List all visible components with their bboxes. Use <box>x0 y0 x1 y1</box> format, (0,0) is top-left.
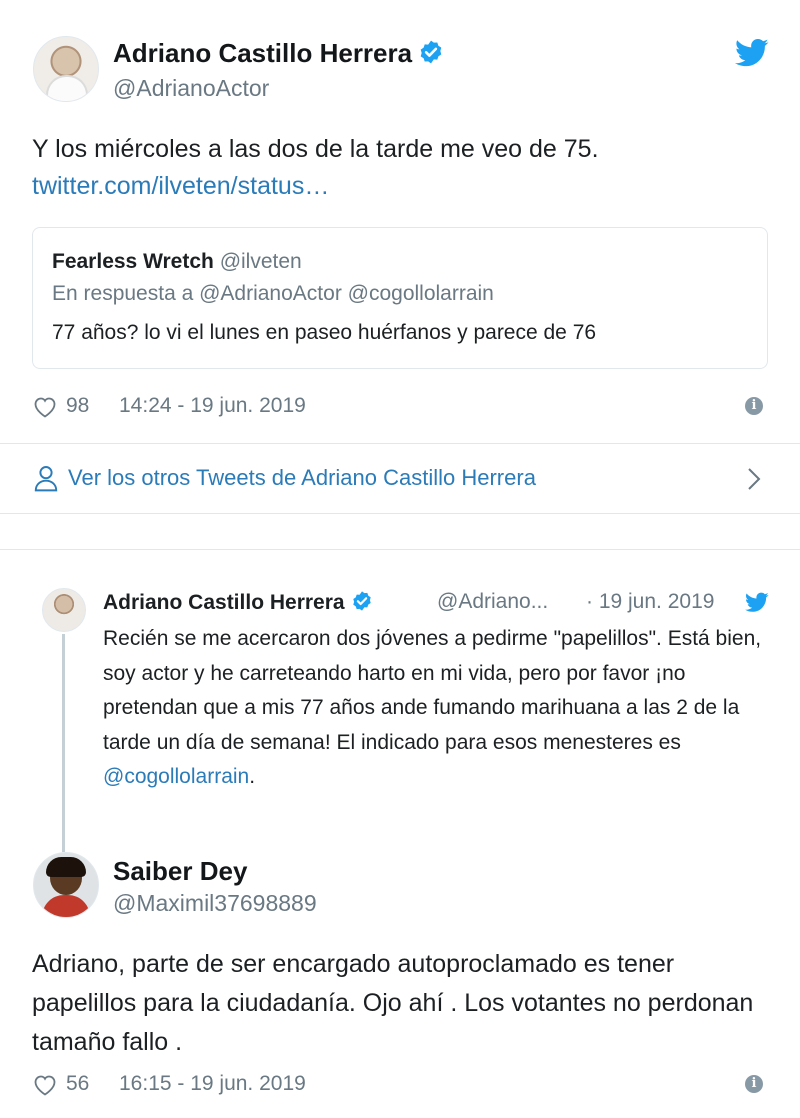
like-count[interactable]: 98 <box>66 394 89 418</box>
heart-icon[interactable] <box>33 396 57 418</box>
twitter-bird-icon[interactable] <box>745 592 769 613</box>
parent-author-row[interactable]: Adriano Castillo Herrera <box>103 590 373 615</box>
quoted-author-name[interactable]: Fearless Wretch <box>52 250 214 273</box>
more-tweets-link[interactable]: Ver los otros Tweets de Adriano Castillo… <box>68 465 536 491</box>
tweet-body: Y los miércoles a las dos de la tarde me… <box>32 135 599 163</box>
divider <box>0 443 800 444</box>
tweet-link[interactable]: twitter.com/ilveten/status… <box>32 168 772 205</box>
quoted-tweet-text: 77 años? lo vi el lunes en paseo huérfan… <box>52 321 597 344</box>
quoted-author-row[interactable]: Fearless Wretch @ilveten <box>52 250 302 274</box>
quoted-author-handle[interactable]: @ilveten <box>220 250 302 273</box>
verified-badge-icon <box>352 591 371 611</box>
reply-author-avatar[interactable] <box>33 852 99 918</box>
parent-tweet-end: . <box>249 765 256 788</box>
parent-tweet-body: Recién se me acercaron dos jóvenes a ped… <box>103 627 762 754</box>
parent-tweet-text: Recién se me acercaron dos jóvenes a ped… <box>103 622 763 795</box>
mention-link[interactable]: @cogollolarrain <box>103 765 249 788</box>
twitter-bird-icon[interactable] <box>735 38 769 68</box>
info-icon[interactable]: i <box>745 397 763 415</box>
thread-connector <box>62 634 65 852</box>
author-name-row[interactable]: Adriano Castillo Herrera <box>113 38 444 69</box>
parent-author-avatar[interactable] <box>42 588 86 632</box>
parent-author-name[interactable]: Adriano Castillo Herrera <box>103 591 345 614</box>
quoted-reply-context: En respuesta a @AdrianoActor @cogollolar… <box>52 282 494 305</box>
parent-author-handle[interactable]: @Adriano... <box>437 590 548 614</box>
info-icon[interactable]: i <box>745 1075 763 1093</box>
heart-icon[interactable] <box>33 1074 57 1096</box>
parent-tweet-date[interactable]: · 19 jun. 2019 <box>586 590 714 614</box>
author-avatar[interactable] <box>33 36 99 102</box>
reply-author-name[interactable]: Saiber Dey <box>113 856 247 887</box>
reply-tweet-text: Adriano, parte de ser encargado autoproc… <box>32 950 754 1056</box>
like-count[interactable]: 56 <box>66 1072 89 1096</box>
tweet-timestamp[interactable]: 16:15 - 19 jun. 2019 <box>119 1072 306 1096</box>
verified-badge-icon <box>420 40 442 64</box>
tweet-timestamp[interactable]: 14:24 - 19 jun. 2019 <box>119 394 306 418</box>
divider <box>0 513 800 514</box>
divider <box>0 549 800 550</box>
tweet-text: Y los miércoles a las dos de la tarde me… <box>32 131 772 205</box>
person-icon <box>34 466 58 492</box>
chevron-right-icon[interactable] <box>745 465 763 493</box>
reply-author-handle[interactable]: @Maximil37698889 <box>113 890 317 917</box>
author-handle[interactable]: @AdrianoActor <box>113 75 269 102</box>
author-name[interactable]: Adriano Castillo Herrera <box>113 38 412 68</box>
